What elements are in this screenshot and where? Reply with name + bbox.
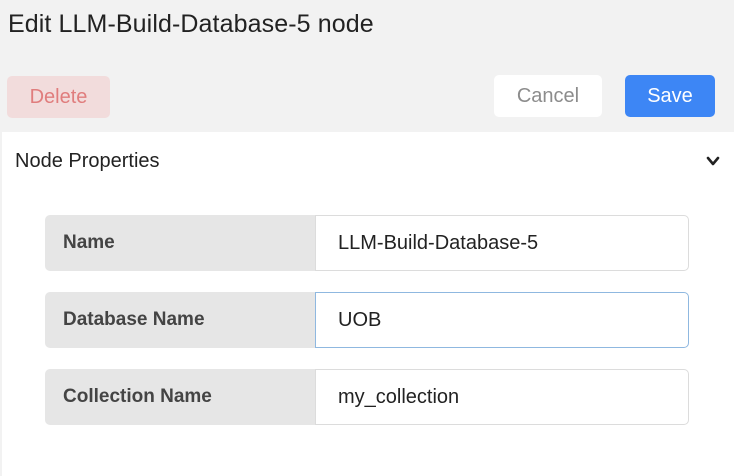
field-label-collection-name: Collection Name — [45, 369, 315, 425]
node-properties-panel: Node Properties Name LLM-Build-Database-… — [2, 132, 734, 476]
dialog-title: Edit LLM-Build-Database-5 node — [8, 10, 374, 38]
edit-node-dialog: Edit LLM-Build-Database-5 node Delete Ca… — [0, 0, 734, 476]
field-row-collection-name: Collection Name my_collection — [45, 369, 689, 425]
field-label-name: Name — [45, 215, 315, 271]
name-input[interactable]: LLM-Build-Database-5 — [315, 215, 689, 271]
delete-button[interactable]: Delete — [7, 76, 110, 118]
chevron-down-icon[interactable] — [706, 154, 720, 168]
field-row-database-name: Database Name UOB — [45, 292, 689, 348]
collection-name-input[interactable]: my_collection — [315, 369, 689, 425]
panel-header-title[interactable]: Node Properties — [15, 150, 160, 173]
cancel-button[interactable]: Cancel — [494, 75, 602, 117]
field-row-name: Name LLM-Build-Database-5 — [45, 215, 689, 271]
save-button[interactable]: Save — [625, 75, 715, 117]
field-label-database-name: Database Name — [45, 292, 315, 348]
database-name-input[interactable]: UOB — [315, 292, 689, 348]
